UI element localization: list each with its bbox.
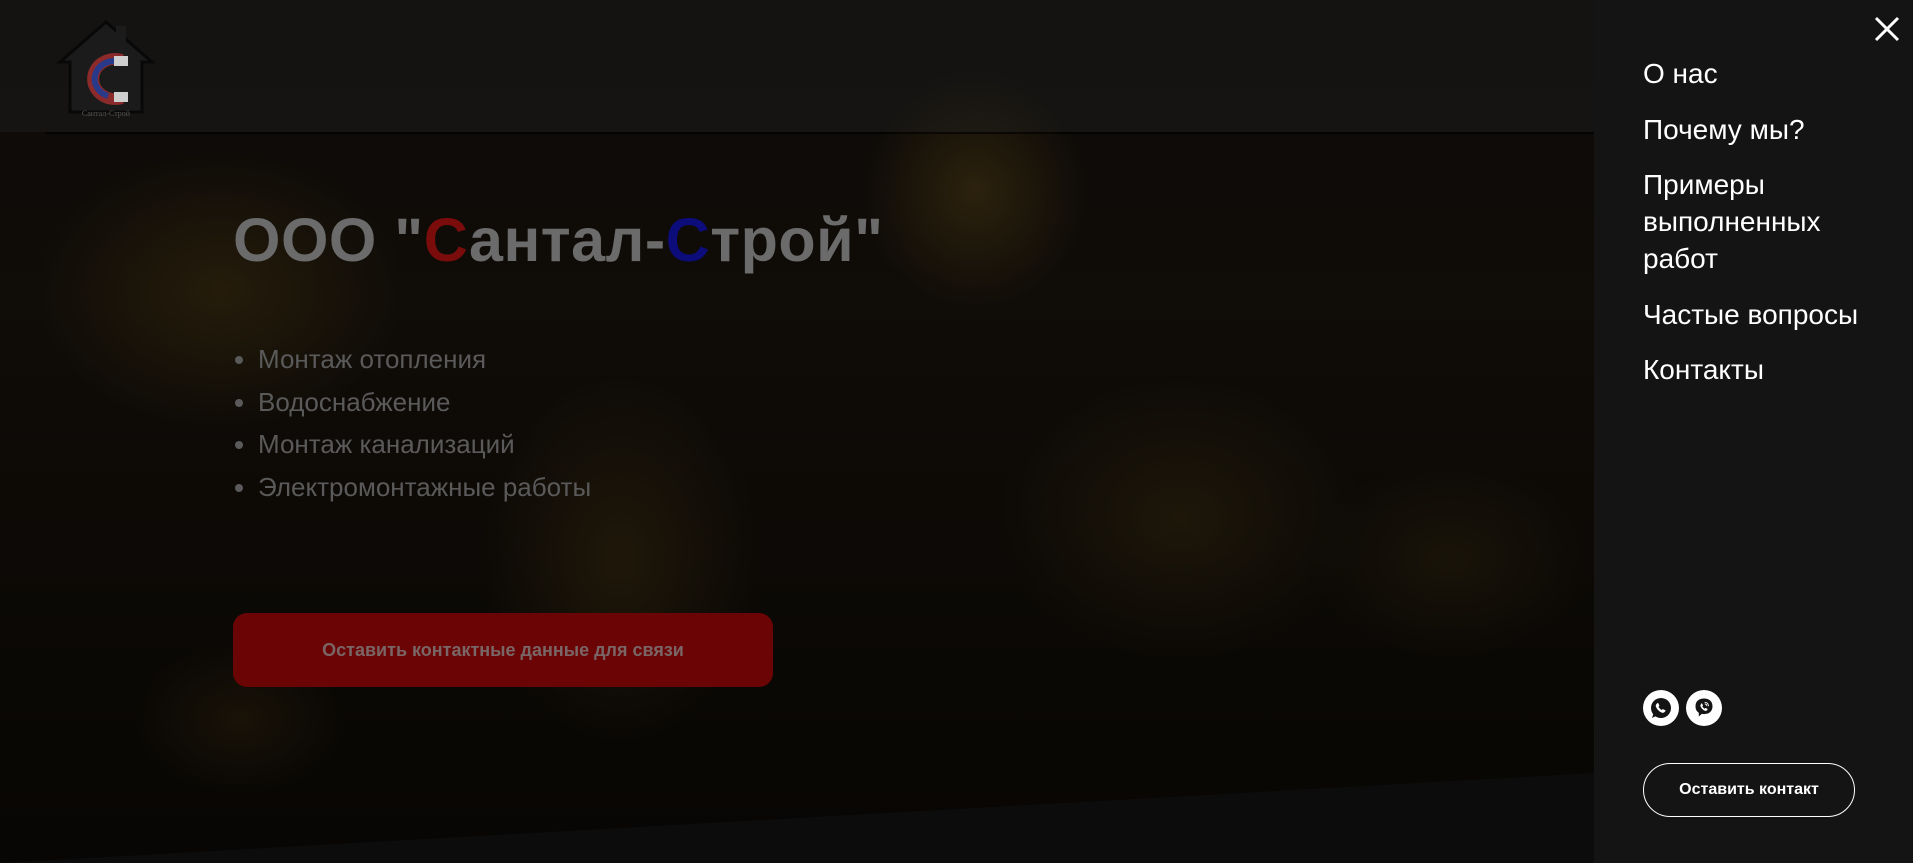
hero-title: ООО "Сантал-Строй": [233, 205, 884, 275]
page: Сантал-Строй ООО "Сантал-Строй" Монтаж о…: [0, 0, 1913, 863]
service-item: Монтаж отопления: [233, 338, 591, 381]
logo-text: Сантал-Строй: [82, 109, 131, 118]
title-letter-red: С: [423, 206, 470, 274]
whatsapp-icon[interactable]: [1643, 690, 1679, 726]
viber-glyph: [1695, 698, 1713, 717]
service-item: Монтаж канализаций: [233, 423, 591, 466]
close-icon[interactable]: [1872, 14, 1902, 44]
menu-item-faq[interactable]: Частые вопросы: [1643, 296, 1873, 333]
header-shadow: [45, 132, 1594, 134]
title-prefix: ООО ": [233, 206, 424, 274]
title-middle: антал-: [469, 206, 666, 274]
leave-contact-data-button[interactable]: Оставить контактные данные для связи: [233, 613, 773, 687]
side-menu-nav: О нас Почему мы? Примеры выполненных раб…: [1643, 55, 1873, 407]
company-logo[interactable]: Сантал-Строй: [56, 20, 156, 120]
header-bar: [0, 0, 1594, 132]
menu-item-about[interactable]: О нас: [1643, 55, 1873, 92]
service-item: Водоснабжение: [233, 381, 591, 424]
whatsapp-glyph: [1651, 698, 1671, 718]
social-links: [1643, 690, 1722, 726]
leave-contact-button[interactable]: Оставить контакт: [1643, 763, 1855, 817]
menu-item-contacts[interactable]: Контакты: [1643, 351, 1873, 388]
menu-item-portfolio[interactable]: Примеры выполненных работ: [1643, 166, 1873, 277]
menu-item-why-us[interactable]: Почему мы?: [1643, 111, 1873, 148]
viber-icon[interactable]: [1686, 690, 1722, 726]
title-end: трой": [710, 206, 884, 274]
title-letter-blue: С: [665, 206, 711, 274]
service-item: Электромонтажные работы: [233, 466, 591, 509]
services-list: Монтаж отопления Водоснабжение Монтаж ка…: [233, 338, 591, 508]
